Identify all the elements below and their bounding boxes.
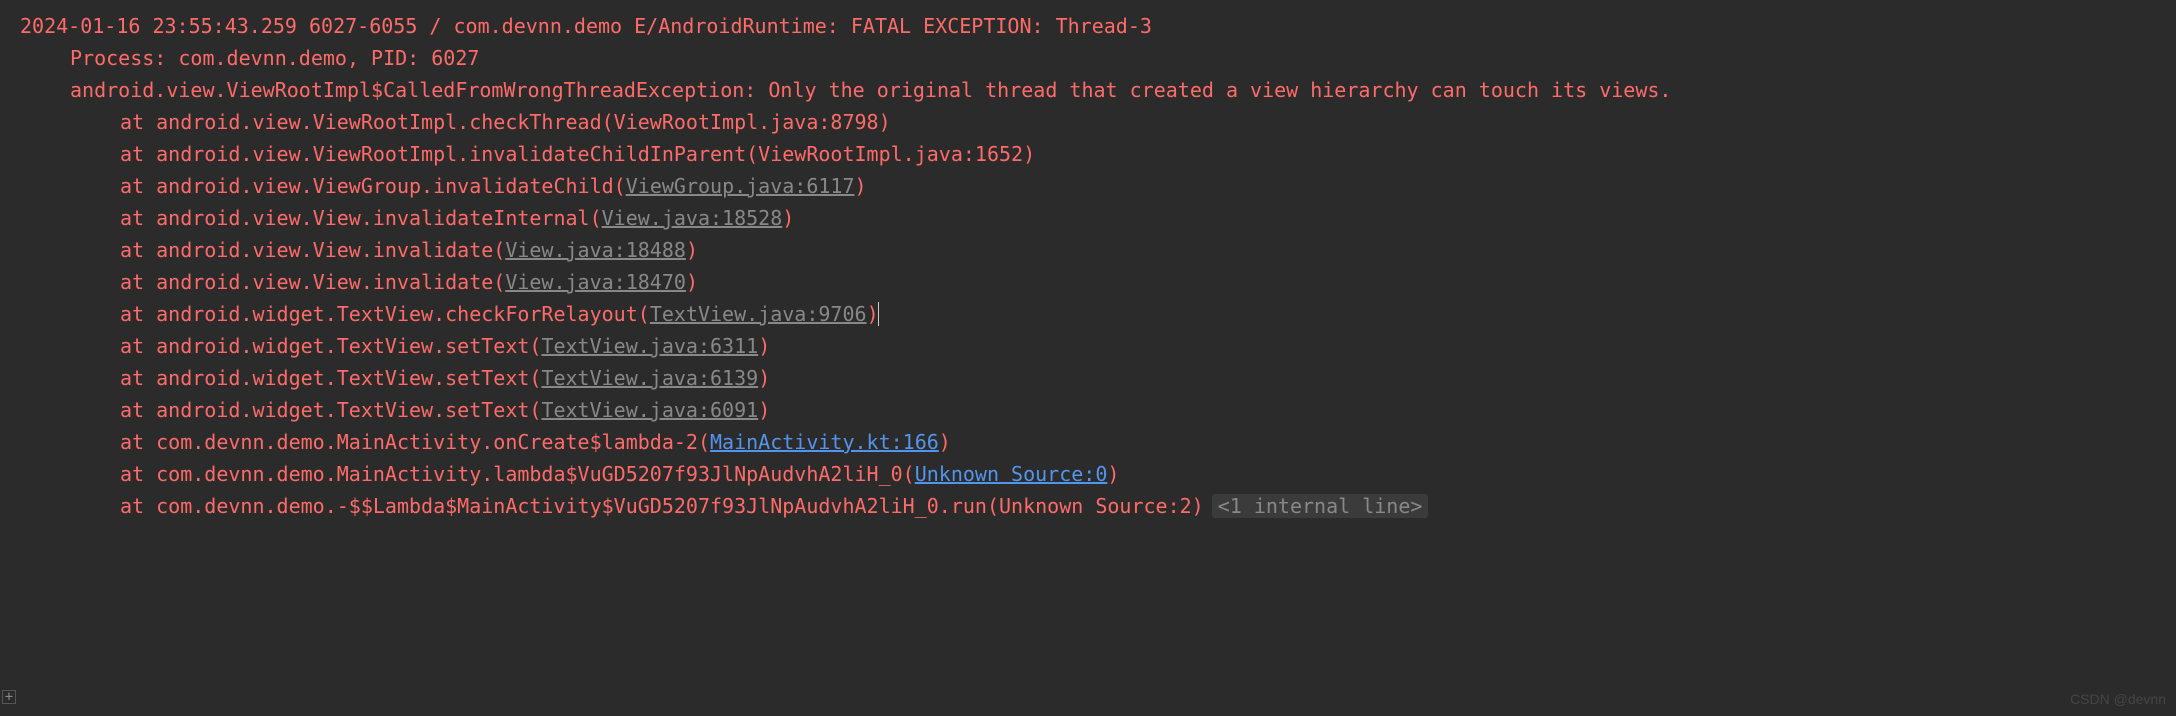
stack-frame-text: at android.view.ViewGroup.invalidateChil…: [120, 174, 626, 198]
stack-frame: at android.widget.TextView.setText(TextV…: [20, 330, 2156, 362]
source-link[interactable]: TextView.java:6091: [541, 398, 758, 422]
stack-frame: at android.view.View.invalidate(View.jav…: [20, 234, 2156, 266]
stack-frame: at android.view.View.invalidateInternal(…: [20, 202, 2156, 234]
stack-frame: at android.widget.TextView.setText(TextV…: [20, 362, 2156, 394]
stack-frame-text: at android.view.View.invalidateInternal(: [120, 206, 602, 230]
source-link[interactable]: TextView.java:6139: [541, 366, 758, 390]
stack-frame: at android.view.View.invalidate(View.jav…: [20, 266, 2156, 298]
source-link[interactable]: View.java:18470: [505, 270, 686, 294]
stack-frame-text: at android.view.View.invalidate(: [120, 270, 505, 294]
stack-frame-text: at android.widget.TextView.setText(: [120, 398, 541, 422]
package-name: com.devnn.demo: [454, 14, 623, 38]
timestamp: 2024-01-16 23:55:43.259: [20, 14, 297, 38]
stack-frame: at android.view.ViewRootImpl.checkThread…: [20, 106, 2156, 138]
stack-frame-text: at com.devnn.demo.MainActivity.lambda$Vu…: [120, 462, 915, 486]
source-link[interactable]: TextView.java:6311: [541, 334, 758, 358]
stack-frame-text: at android.widget.TextView.checkForRelay…: [120, 302, 650, 326]
source-link[interactable]: TextView.java:9706: [650, 302, 867, 326]
stack-frame: at com.devnn.demo.-$$Lambda$MainActivity…: [20, 490, 2156, 522]
stack-frame: at com.devnn.demo.MainActivity.lambda$Vu…: [20, 458, 2156, 490]
stack-frame-text: at android.view.ViewRootImpl.invalidateC…: [120, 142, 1035, 166]
exception-line: android.view.ViewRootImpl$CalledFromWron…: [20, 74, 2156, 106]
expand-fold-icon[interactable]: +: [2, 690, 16, 704]
stack-frame: at android.view.ViewRootImpl.invalidateC…: [20, 138, 2156, 170]
stack-frame: at android.view.ViewGroup.invalidateChil…: [20, 170, 2156, 202]
stack-frame-text: at com.devnn.demo.MainActivity.onCreate$…: [120, 430, 710, 454]
stack-trace: at android.view.ViewRootImpl.checkThread…: [20, 106, 2156, 522]
source-link[interactable]: View.java:18488: [505, 238, 686, 262]
stack-frame: at android.widget.TextView.setText(TextV…: [20, 394, 2156, 426]
log-tag: E/AndroidRuntime:: [634, 14, 839, 38]
pid-tid: 6027-6055: [309, 14, 417, 38]
source-link[interactable]: Unknown Source:0: [915, 462, 1108, 486]
stack-frame-text: at android.widget.TextView.setText(: [120, 366, 541, 390]
fatal-message: FATAL EXCEPTION: Thread-3: [851, 14, 1152, 38]
log-header: 2024-01-16 23:55:43.259 6027-6055 / com.…: [20, 10, 2156, 42]
source-link[interactable]: MainActivity.kt:166: [710, 430, 939, 454]
source-link[interactable]: View.java:18528: [602, 206, 783, 230]
fold-marker[interactable]: <1 internal line>: [1212, 494, 1429, 518]
stack-frame-text: at android.view.View.invalidate(: [120, 238, 505, 262]
stack-frame-text: at android.widget.TextView.setText(: [120, 334, 541, 358]
stack-frame-text: at com.devnn.demo.-$$Lambda$MainActivity…: [120, 494, 1204, 518]
stack-frame: at android.widget.TextView.checkForRelay…: [20, 298, 2156, 330]
source-link[interactable]: ViewGroup.java:6117: [626, 174, 855, 198]
process-line: Process: com.devnn.demo, PID: 6027: [20, 42, 2156, 74]
text-cursor: [878, 302, 879, 326]
watermark: CSDN @devnn: [2070, 688, 2166, 710]
stack-frame: at com.devnn.demo.MainActivity.onCreate$…: [20, 426, 2156, 458]
stack-frame-text: at android.view.ViewRootImpl.checkThread…: [120, 110, 891, 134]
